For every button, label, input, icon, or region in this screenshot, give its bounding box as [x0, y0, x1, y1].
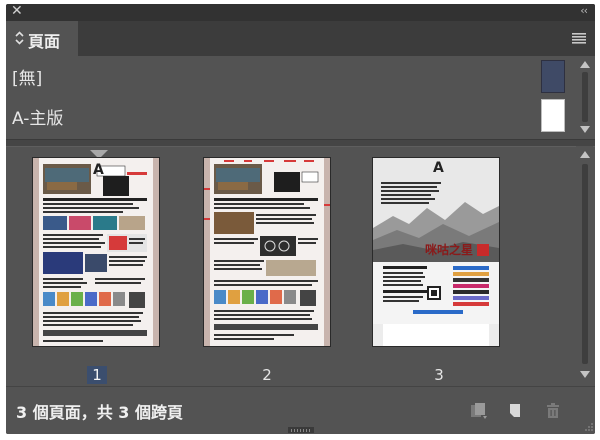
- page-thumbnail-3[interactable]: A 咪咕之星 3: [372, 157, 500, 384]
- scroll-track[interactable]: [582, 72, 588, 122]
- scroll-down-arrow-icon[interactable]: [580, 126, 590, 133]
- corner-resize-icon[interactable]: [583, 421, 593, 431]
- close-icon[interactable]: ✕: [11, 4, 23, 19]
- master-item-label: [無]: [12, 69, 43, 89]
- collapse-icon[interactable]: ‹‹: [580, 4, 588, 17]
- pages-scrollbar[interactable]: [576, 146, 593, 384]
- master-thumbnail-none[interactable]: [541, 60, 565, 93]
- page-2[interactable]: [203, 157, 331, 347]
- master-list: [無] A-主版: [6, 56, 574, 140]
- page-number-2[interactable]: 2: [257, 366, 277, 384]
- page-thumbnail-1[interactable]: A 1: [32, 157, 160, 384]
- scroll-track[interactable]: [582, 164, 588, 364]
- page-1[interactable]: A: [32, 157, 160, 347]
- page-3[interactable]: A 咪咕之星: [372, 157, 500, 347]
- page-1-preview: A: [39, 158, 153, 346]
- delete-page-icon[interactable]: [543, 401, 563, 421]
- scroll-up-arrow-icon[interactable]: [580, 61, 590, 68]
- master-letter-a: A: [93, 162, 104, 178]
- page-number-3[interactable]: 3: [429, 366, 449, 384]
- panel-tab-row: 頁面: [6, 21, 595, 56]
- pages-area: A 1 2 A 咪咕之星 3: [6, 146, 576, 385]
- tab-pages[interactable]: 頁面: [6, 21, 78, 56]
- panel-menu-icon[interactable]: [572, 33, 586, 44]
- page-count-status: 3 個頁面，共 3 個跨頁: [16, 403, 183, 422]
- pages-panel: ✕ ‹‹ 頁面 [無] A-主版 A 1 2 A 咪咕之星 3 3 個頁面，共 …: [6, 4, 595, 434]
- master-item-none[interactable]: [無]: [6, 56, 574, 96]
- page-2-preview: [204, 158, 330, 346]
- page-thumbnail-2[interactable]: 2: [203, 157, 331, 384]
- master-item-label: A-主版: [12, 109, 64, 129]
- poster-headline: 咪咕之星: [425, 242, 473, 257]
- page-3-preview: A 咪咕之星: [373, 158, 499, 346]
- panel-resize-grip-icon[interactable]: [288, 427, 314, 433]
- master-thumbnail-a[interactable]: [541, 99, 565, 132]
- edit-page-size-icon[interactable]: [469, 401, 489, 421]
- new-page-icon[interactable]: [506, 401, 526, 421]
- master-scrollbar[interactable]: [576, 56, 593, 139]
- page-number-1[interactable]: 1: [87, 366, 107, 384]
- master-item-a[interactable]: A-主版: [6, 96, 574, 136]
- panel-title-bar: ✕ ‹‹: [6, 4, 595, 21]
- scroll-up-arrow-icon[interactable]: [580, 151, 590, 158]
- scroll-down-arrow-icon[interactable]: [580, 371, 590, 378]
- chevron-updown-icon[interactable]: [15, 30, 24, 46]
- tab-pages-label: 頁面: [28, 32, 61, 51]
- master-letter-a: A: [433, 160, 444, 176]
- panel-footer: 3 個頁面，共 3 個跨頁: [6, 386, 595, 434]
